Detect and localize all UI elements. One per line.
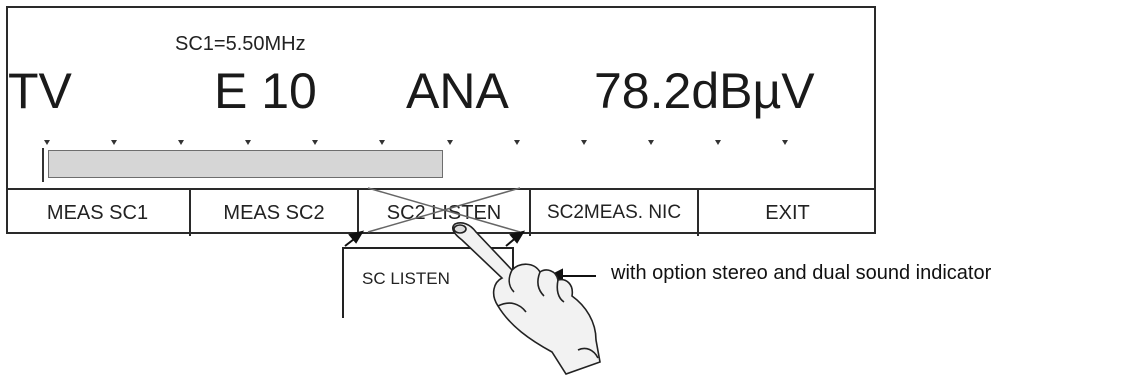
annotation-overlay xyxy=(344,187,601,375)
pointing-hand-icon xyxy=(452,222,601,375)
cross-out-mark xyxy=(367,187,521,233)
arrow-icon xyxy=(344,230,526,247)
